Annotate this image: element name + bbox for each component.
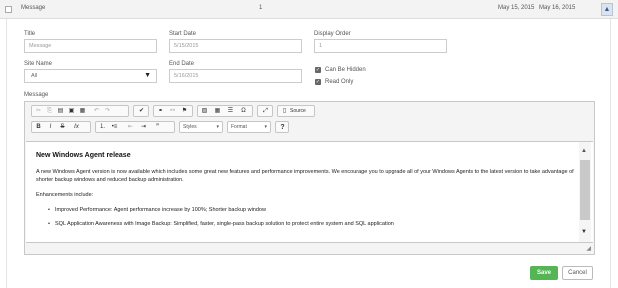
format-arrow-icon: ▾	[264, 124, 267, 130]
styles-arrow-icon: ▾	[216, 124, 219, 130]
spellcheck-group: ✔	[133, 105, 149, 117]
source-group[interactable]: ▯ Source	[277, 105, 315, 117]
format-label: Format	[231, 124, 247, 130]
help-group[interactable]: ?	[275, 121, 289, 133]
content-heading: New Windows Agent release	[36, 152, 131, 159]
insert-group: ▨ ▦ ☰ Ω	[197, 105, 253, 117]
scrollbar-thumb[interactable]	[580, 160, 590, 220]
row-title: Message	[21, 5, 46, 11]
scroll-up-icon[interactable]: ▲	[581, 148, 587, 154]
maximize-group: ⤢	[257, 105, 273, 117]
unlink-icon[interactable]: ⚯	[168, 107, 177, 116]
clipboard-group: ✂ ⎘ ▤ ▣ ▦ ↶ ↷	[31, 105, 129, 117]
read-only-label: Read Only	[325, 79, 354, 85]
paste-word-icon[interactable]: ▦	[78, 107, 87, 116]
site-name-value: All	[31, 73, 38, 79]
text-style-group: B I S Ix	[31, 121, 91, 133]
source-button-label: Source	[290, 108, 306, 114]
scroll-down-icon[interactable]: ▼	[581, 229, 587, 235]
list-item: Improved Performance: Agent performance …	[48, 206, 576, 214]
editor-content-area[interactable]: New Windows Agent release A new Windows …	[26, 141, 593, 243]
special-char-icon[interactable]: Ω	[239, 107, 248, 116]
title-input[interactable]: Message	[24, 39, 157, 53]
styles-dropdown[interactable]: Styles ▾	[179, 121, 223, 133]
save-button[interactable]: Save	[530, 266, 558, 280]
title-label: Title	[24, 31, 36, 37]
content-paragraph: A new Windows Agent version is now avail…	[36, 169, 574, 183]
message-row-header[interactable]: Message 1 May 15, 2015 May 16, 2015 ▲	[0, 0, 618, 19]
panel-border-left	[6, 19, 7, 288]
message-editor[interactable]: ✂ ⎘ ▤ ▣ ▦ ↶ ↷ ✔ ⚭ ⚯ ⚑ ▨ ▦ ☰ Ω ⤢ ▯ Source	[24, 101, 595, 255]
resize-handle-icon[interactable]: ◢	[586, 245, 591, 252]
end-date-label: End Date	[169, 61, 195, 67]
display-order-input[interactable]: 1	[314, 39, 447, 53]
end-date-input[interactable]: 5/16/2015	[169, 69, 302, 83]
start-date-input[interactable]: 5/15/2015	[169, 39, 302, 53]
start-date-label: Start Date	[169, 31, 197, 37]
blockquote-icon[interactable]: ”	[153, 123, 162, 132]
format-dropdown[interactable]: Format ▾	[227, 121, 271, 133]
remove-format-icon[interactable]: Ix	[72, 123, 81, 132]
row-start-date: May 15, 2015	[498, 5, 535, 11]
list-item: SQL Application Awareness with Image Bac…	[48, 220, 576, 228]
italic-icon[interactable]: I	[46, 123, 55, 132]
indent-icon[interactable]: ⇥	[139, 123, 148, 132]
source-icon: ▯	[282, 108, 287, 114]
outdent-icon[interactable]: ⇤	[126, 123, 135, 132]
cancel-button[interactable]: Cancel	[562, 266, 593, 280]
site-name-label: Site Name	[24, 61, 53, 67]
spellcheck-icon[interactable]: ✔	[137, 107, 146, 116]
paragraph-group: ⒈ •≡ ⇤ ⇥ ”	[95, 121, 175, 133]
row-select-checkbox[interactable]	[5, 6, 12, 13]
row-display-order: 1	[259, 5, 263, 11]
message-label: Message	[24, 92, 49, 98]
table-icon[interactable]: ▦	[213, 107, 222, 116]
site-name-select[interactable]: All ▼	[24, 69, 157, 83]
numbered-list-icon[interactable]: ⒈	[98, 123, 107, 132]
redo-icon[interactable]: ↷	[103, 107, 112, 116]
can-be-hidden-checkbox[interactable]: ✓	[315, 67, 321, 73]
maximize-icon[interactable]: ⤢	[261, 107, 270, 116]
styles-label: Styles	[183, 124, 197, 130]
bold-icon[interactable]: B	[34, 123, 43, 132]
chevron-up-icon[interactable]: ▲	[601, 3, 613, 16]
paste-text-icon[interactable]: ▣	[67, 107, 76, 116]
strikethrough-icon[interactable]: S	[58, 123, 67, 132]
help-icon: ?	[280, 124, 285, 131]
editor-scrollbar[interactable]: ▲ ▼	[579, 142, 591, 242]
cut-icon[interactable]: ✂	[34, 107, 43, 116]
display-order-label: Display Order	[314, 31, 351, 37]
content-enhancements-label: Enhancements include:	[36, 192, 94, 198]
copy-icon[interactable]: ⎘	[45, 107, 54, 116]
link-group: ⚭ ⚯ ⚑	[153, 105, 193, 117]
bulleted-list-icon[interactable]: •≡	[110, 123, 119, 132]
row-end-date: May 16, 2015	[539, 5, 576, 11]
read-only-checkbox[interactable]: ✓	[315, 79, 321, 85]
panel-border-right	[610, 19, 611, 288]
undo-icon[interactable]: ↶	[92, 107, 101, 116]
paste-icon[interactable]: ▤	[56, 107, 65, 116]
image-icon[interactable]: ▨	[200, 107, 209, 116]
content-list: Improved Performance: Agent performance …	[48, 206, 576, 228]
link-icon[interactable]: ⚭	[156, 107, 165, 116]
dropdown-arrow-icon: ▼	[144, 72, 151, 79]
can-be-hidden-label: Can Be Hidden	[325, 67, 366, 73]
editor-content: New Windows Agent release A new Windows …	[36, 152, 576, 234]
horizontal-line-icon[interactable]: ☰	[226, 107, 235, 116]
anchor-flag-icon[interactable]: ⚑	[180, 107, 189, 116]
